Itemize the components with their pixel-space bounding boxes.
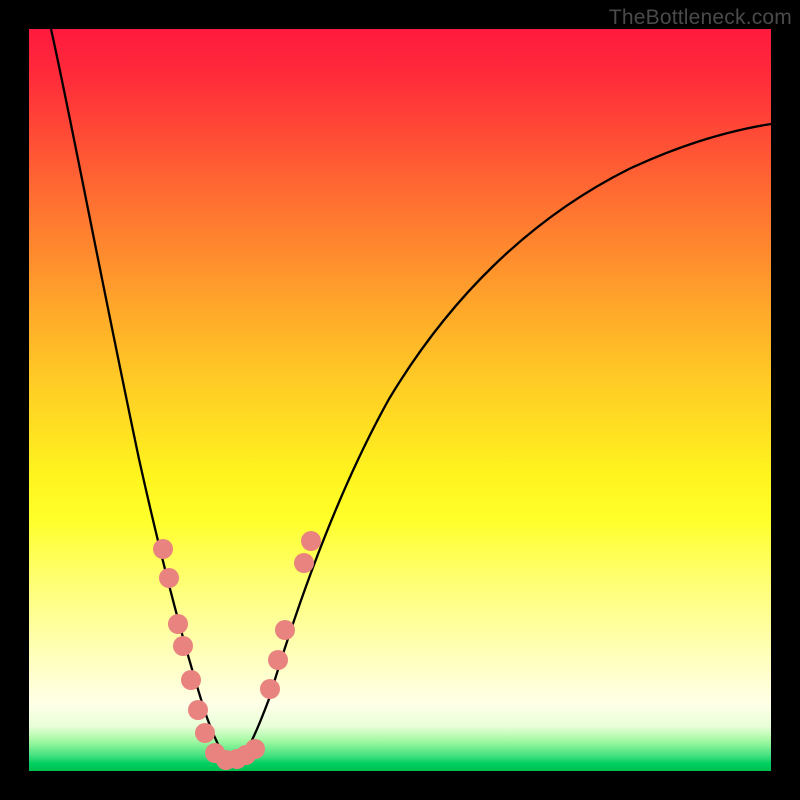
watermark-text: TheBottleneck.com [609, 6, 792, 30]
chart-frame: TheBottleneck.com [0, 0, 800, 800]
left-curve [51, 29, 234, 766]
plot-area [29, 29, 771, 771]
right-curve [234, 124, 771, 766]
scatter-points [153, 531, 321, 770]
chart-svg [29, 29, 771, 771]
